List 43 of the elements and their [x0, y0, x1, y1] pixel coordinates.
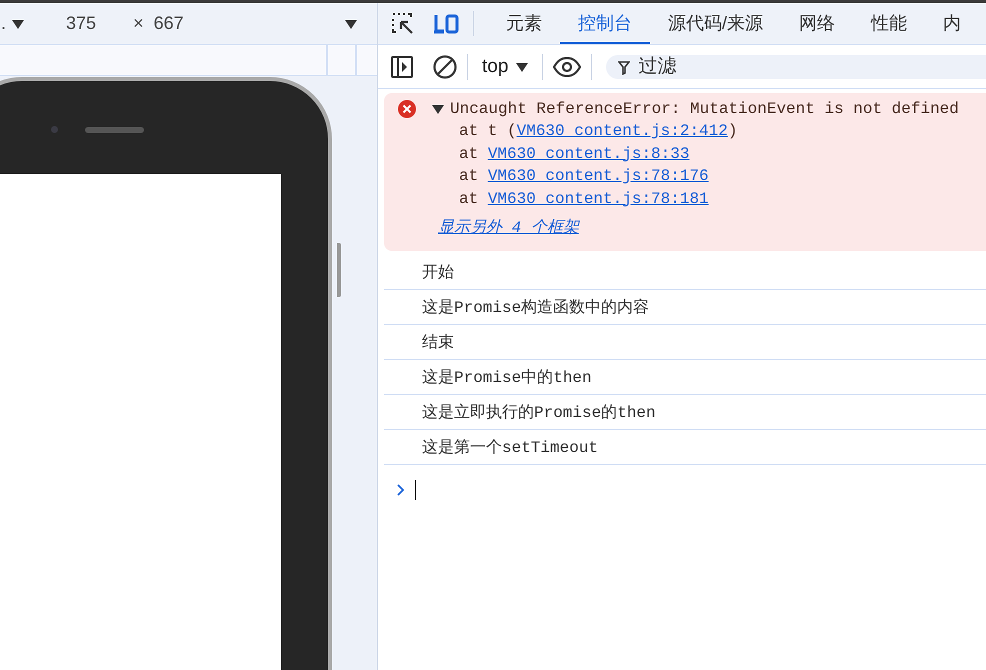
panel-tab[interactable]: 内	[925, 3, 980, 44]
caret-icon	[516, 62, 528, 72]
log-message: 这是第一个setTimeout	[422, 438, 598, 458]
source-link[interactable]: VM630 content.js:78:176	[488, 167, 709, 185]
camera-icon	[51, 126, 58, 133]
filter-field[interactable]: 过滤	[606, 54, 986, 78]
caret-icon[interactable]	[344, 18, 357, 28]
panel-tab[interactable]: 源代码/来源	[650, 3, 782, 44]
stack-frame: at t (VM630 content.js:2:412)	[459, 120, 986, 142]
log-message: 结束	[422, 332, 454, 352]
filter-icon	[618, 60, 630, 74]
inspect-icon[interactable]	[391, 12, 415, 36]
error-text: Uncaught ReferenceError: MutationEvent is not defined	[450, 100, 959, 118]
source-link[interactable]: VM630 content.js:8:33	[488, 144, 690, 162]
times-sign: ×	[133, 13, 144, 34]
text-cursor	[415, 480, 416, 500]
width-field[interactable]: 375	[66, 13, 96, 34]
expand-triangle-icon[interactable]	[432, 104, 444, 114]
sidebar-toggle-icon[interactable]	[391, 56, 413, 78]
log-message: 这是立即执行的Promise的then	[422, 402, 656, 422]
clear-icon[interactable]	[433, 54, 457, 78]
context-dropdown[interactable]: top	[478, 56, 532, 78]
caret-icon	[12, 18, 24, 28]
error-icon	[397, 99, 417, 119]
log-message: 这是Promise构造函数中的内容	[422, 298, 650, 318]
log-message: 这是Promise中的then	[422, 368, 592, 388]
device-toolbar-icon[interactable]	[433, 12, 459, 34]
show-more-frames-link[interactable]: 显示另外 4 个框架	[438, 217, 579, 238]
panel-tab[interactable]: 网络	[781, 3, 854, 44]
log-message: 开始	[422, 262, 454, 282]
panel-tab[interactable]: 控制台	[560, 3, 650, 44]
source-link[interactable]: VM630 content.js:78:181	[488, 190, 709, 208]
speaker-grille	[85, 127, 144, 133]
stack-frame: at VM630 content.js:8:33	[459, 142, 986, 165]
panel-tab[interactable]: 元素	[488, 3, 560, 44]
eye-icon[interactable]	[553, 56, 582, 76]
prompt-chevron-icon	[396, 483, 406, 497]
height-field[interactable]: 667	[154, 13, 184, 34]
stack-frame: at VM630 content.js:78:176	[459, 165, 986, 188]
device-dropdown[interactable]: ..	[0, 13, 24, 34]
source-link[interactable]: VM630 content.js:2:412	[516, 122, 728, 140]
stack-frame: at VM630 content.js:78:181	[459, 188, 986, 210]
panel-tab[interactable]: 性能	[853, 3, 926, 44]
